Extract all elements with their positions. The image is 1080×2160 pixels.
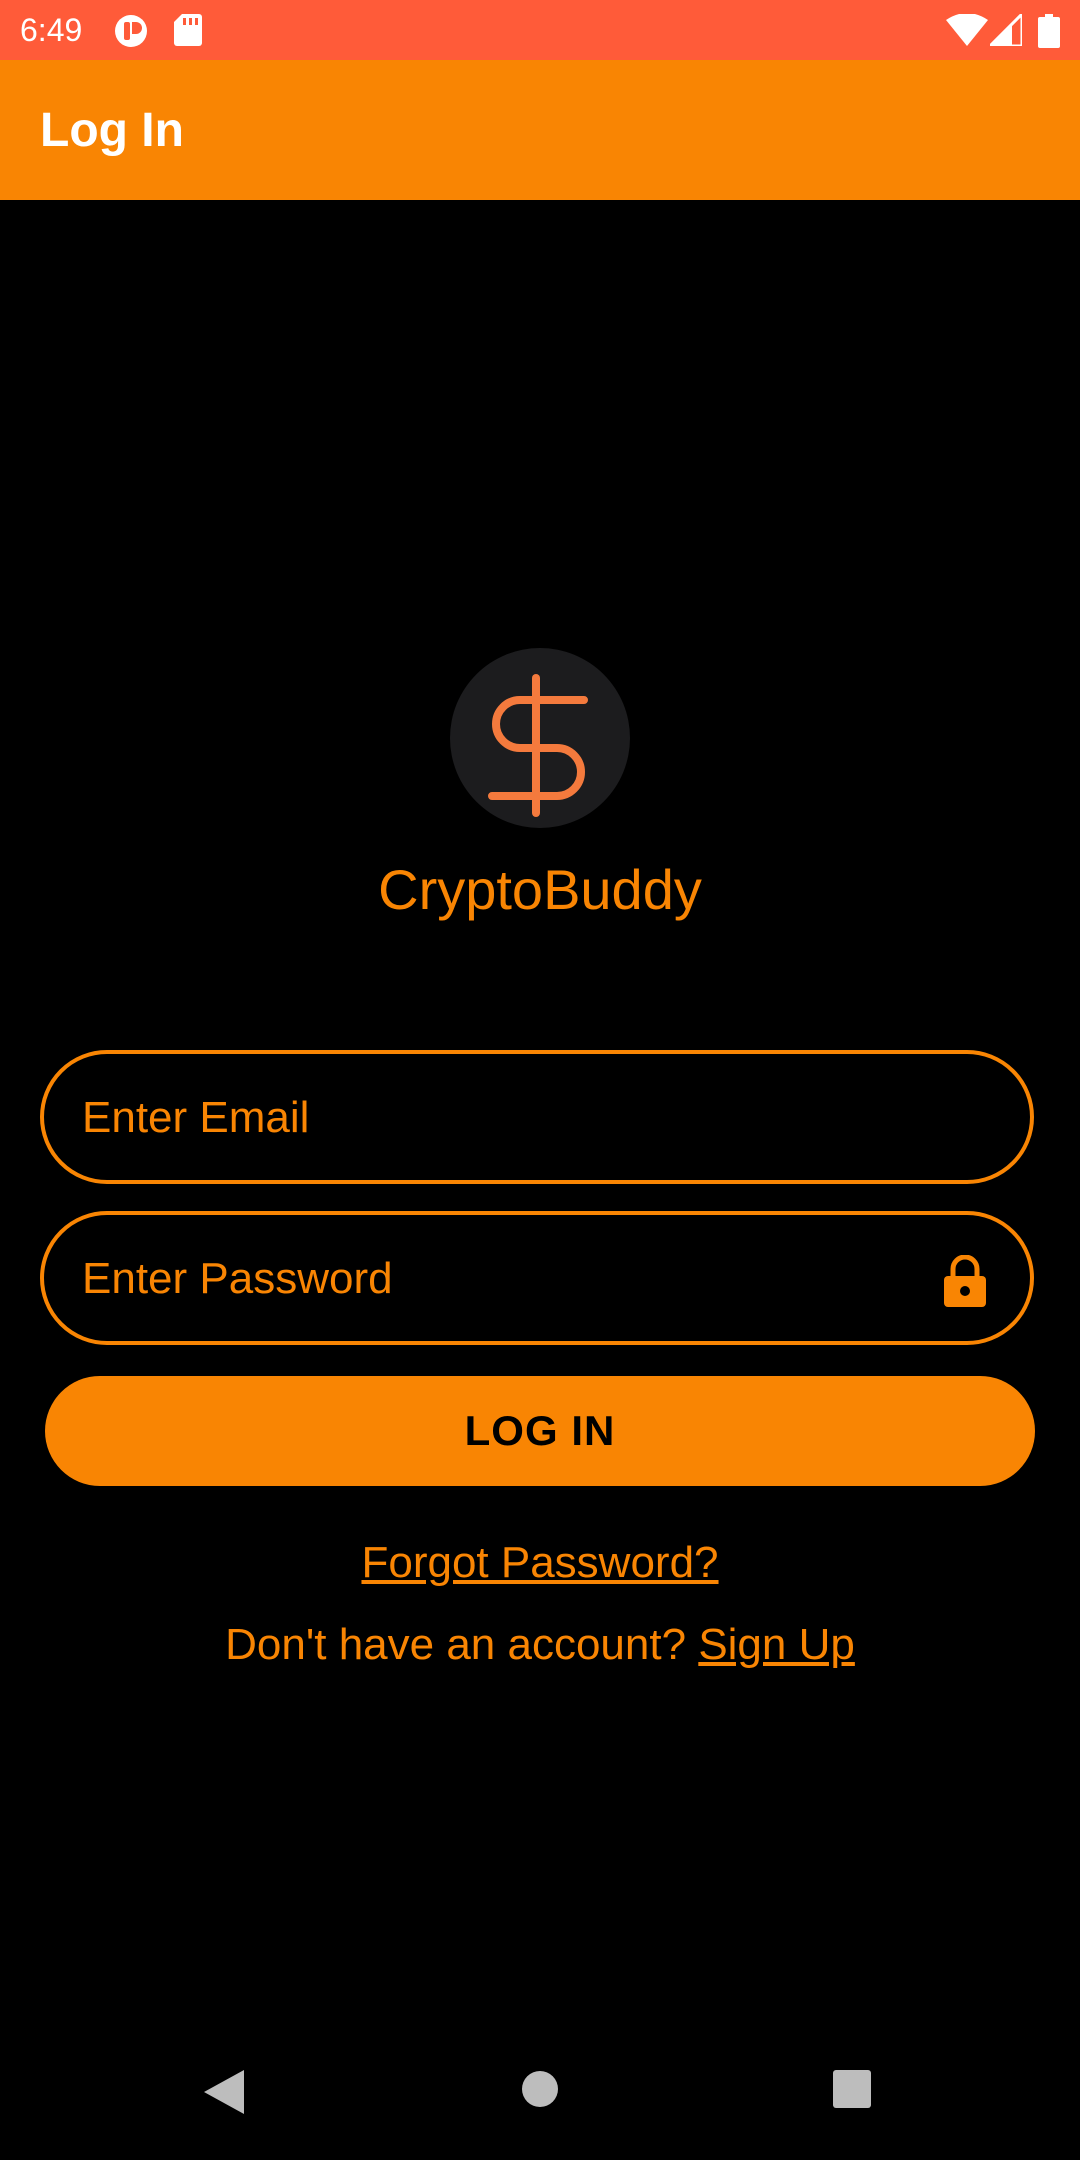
- forgot-password-row: Forgot Password?: [0, 1535, 1080, 1591]
- back-icon[interactable]: [204, 2070, 244, 2119]
- email-field[interactable]: [80, 1054, 944, 1182]
- lock-icon[interactable]: [944, 1254, 986, 1312]
- login-screen: 6:49 Log In CryptoBuddy Enter Email LOG …: [0, 0, 1080, 2160]
- forgot-password-link[interactable]: Forgot Password?: [361, 1538, 718, 1587]
- signup-row: Don't have an account? Sign Up: [0, 1617, 1080, 1673]
- signup-link[interactable]: Sign Up: [698, 1620, 855, 1669]
- signup-prompt: Don't have an account?: [225, 1620, 687, 1669]
- home-icon[interactable]: [521, 2070, 559, 2113]
- status-time: 6:49: [20, 12, 83, 48]
- password-field[interactable]: [80, 1215, 944, 1343]
- password-field-container[interactable]: [40, 1211, 1034, 1345]
- login-button[interactable]: LOG IN: [45, 1376, 1035, 1486]
- app-bar: Log In: [0, 60, 1080, 200]
- app-logo: [450, 648, 630, 828]
- cell-signal-icon: [986, 10, 1024, 51]
- battery-icon: [1038, 14, 1060, 53]
- status-bar: 6:49: [0, 0, 1080, 60]
- app-name: CryptoBuddy: [378, 858, 702, 921]
- sd-card-icon: [174, 14, 202, 51]
- email-field-container[interactable]: [40, 1050, 1034, 1184]
- recents-icon[interactable]: [833, 2070, 871, 2113]
- wifi-icon: [946, 13, 988, 51]
- notification-app-icon: [114, 14, 150, 53]
- dollar-sign-icon: [488, 674, 588, 817]
- page-title: Log In: [40, 104, 184, 157]
